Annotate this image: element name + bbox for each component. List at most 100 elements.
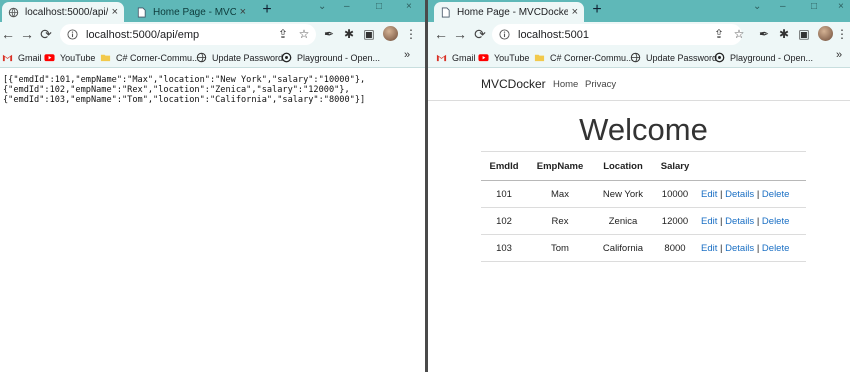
eyedropper-extension-icon[interactable]: ✒ [757,27,771,41]
tab-home-page[interactable]: Home Page - MVCDocker × [434,2,584,22]
eyedropper-extension-icon[interactable]: ✒ [322,27,336,41]
minimize-icon[interactable]: – [780,1,786,12]
forward-icon[interactable]: → [19,26,35,42]
menu-icon[interactable]: ⋮ [404,27,418,41]
cell-emdid: 102 [481,207,527,235]
bookmark-label: YouTube [494,52,530,63]
table-header-row: EmdId EmpName Location Salary [481,151,806,181]
column-header-empname: EmpName [527,151,593,181]
tab-home-page[interactable]: Home Page - MVCDocke × [130,2,252,22]
close-window-icon[interactable]: × [838,1,844,12]
table-row: 101 Max New York 10000 Edit | Details | … [481,180,806,208]
details-link[interactable]: Details [725,243,754,254]
address-bar[interactable]: localhost:5001 [492,24,742,45]
bookmark-label: Playground - Open... [730,52,814,63]
delete-link[interactable]: Delete [762,189,789,200]
youtube-icon [44,54,55,62]
avatar[interactable] [383,26,398,41]
bookmarks-bar: Gmail YouTube C# Corner-Commu... Update … [0,47,425,68]
bookmark-playground[interactable]: Playground - Open... [281,50,380,65]
site-brand-link[interactable]: MVCDocker [481,77,546,91]
maximize-icon[interactable]: □ [376,1,382,12]
side-panel-icon[interactable]: ▣ [362,27,376,41]
details-link[interactable]: Details [725,216,754,227]
maximize-icon[interactable]: □ [811,1,817,12]
close-tab-icon[interactable]: × [240,6,246,18]
reload-icon[interactable]: ⟳ [38,26,54,42]
side-panel-icon[interactable]: ▣ [797,27,811,41]
bookmark-label: Update Password [212,52,284,63]
bookmark-csharp-corner[interactable]: C# Corner-Commu... [534,50,634,65]
page-icon [137,7,146,17]
bookmark-youtube[interactable]: YouTube [478,50,529,65]
nav-link-home[interactable]: Home [553,79,578,90]
share-icon[interactable]: ⇪ [276,27,290,41]
bookmark-label: C# Corner-Commu... [116,52,200,63]
chevron-down-icon[interactable]: ⌄ [318,1,326,12]
browser-window-left: localhost:5000/api/emp × Home Page - MVC… [0,0,425,372]
edit-link[interactable]: Edit [701,189,717,200]
new-tab-button[interactable]: + [258,2,276,20]
json-response: [{"emdId":101,"empName":"Max","location"… [0,68,425,105]
bookmark-update-password[interactable]: Update Password [196,50,283,65]
cell-location: California [593,234,653,262]
details-link[interactable]: Details [725,189,754,200]
cell-empname: Max [527,180,593,208]
extensions-puzzle-icon[interactable]: ✱ [342,27,356,41]
column-header-emdid: EmdId [481,151,527,181]
toolbar: ← → ⟳ localhost:5001 ⇪ ☆ ✒ ✱ ▣ ⋮ [428,22,850,47]
menu-icon[interactable]: ⋮ [835,27,849,41]
tab-title: Home Page - MVCDocke [153,6,236,18]
info-icon[interactable] [499,29,510,40]
folder-icon [534,54,545,62]
bookmark-star-icon[interactable]: ☆ [297,27,311,41]
tab-api-emp[interactable]: localhost:5000/api/emp × [2,2,124,22]
edit-link[interactable]: Edit [701,243,717,254]
json-line: [{"emdId":101,"empName":"Max","location"… [3,75,366,85]
url-text: localhost:5000/api/emp [86,28,200,41]
bookmarks-overflow-icon[interactable]: » [404,49,410,61]
bookmark-gmail[interactable]: Gmail [2,50,42,65]
gmail-icon [2,54,13,62]
nav-link-privacy[interactable]: Privacy [585,79,616,90]
forward-icon[interactable]: → [452,26,468,42]
column-header-actions [697,151,806,181]
avatar[interactable] [818,26,833,41]
employee-table: EmdId EmpName Location Salary 101 Max Ne… [481,151,806,262]
back-icon[interactable]: ← [433,26,449,42]
page-content: [{"emdId":101,"empName":"Max","location"… [0,68,425,372]
table-row: 102 Rex Zenica 12000 Edit | Details | De… [481,207,806,235]
bookmark-csharp-corner[interactable]: C# Corner-Commu... [100,50,200,65]
share-icon[interactable]: ⇪ [712,27,726,41]
cell-location: New York [593,180,653,208]
action-separator: | [756,242,760,254]
bookmark-label: Playground - Open... [297,52,381,63]
json-line: {"emdId":102,"empName":"Rex","location":… [3,85,350,95]
bookmark-star-icon[interactable]: ☆ [732,27,746,41]
delete-link[interactable]: Delete [762,243,789,254]
cell-actions: Edit | Details | Delete [697,180,806,208]
close-tab-icon[interactable]: × [572,6,578,18]
bookmark-playground[interactable]: Playground - Open... [714,50,813,65]
close-window-icon[interactable]: × [406,1,412,12]
bookmark-gmail[interactable]: Gmail [436,50,476,65]
bookmark-label: Gmail [452,52,476,63]
page-title: Welcome [579,112,708,147]
new-tab-button[interactable]: + [588,2,606,20]
extensions-puzzle-icon[interactable]: ✱ [777,27,791,41]
info-icon[interactable] [67,29,78,40]
json-line: {"emdId":103,"empName":"Tom","location":… [3,95,366,105]
delete-link[interactable]: Delete [762,216,789,227]
back-icon[interactable]: ← [0,26,16,42]
tab-strip: localhost:5000/api/emp × Home Page - MVC… [0,0,425,22]
bookmarks-overflow-icon[interactable]: » [836,49,842,61]
chevron-down-icon[interactable]: ⌄ [753,1,761,12]
url-text: localhost:5001 [518,28,589,41]
close-tab-icon[interactable]: × [112,6,118,18]
bookmark-update-password[interactable]: Update Password [630,50,717,65]
minimize-icon[interactable]: – [344,1,350,12]
tab-title: localhost:5000/api/emp [25,6,108,18]
edit-link[interactable]: Edit [701,216,717,227]
reload-icon[interactable]: ⟳ [472,26,488,42]
bookmark-youtube[interactable]: YouTube [44,50,95,65]
